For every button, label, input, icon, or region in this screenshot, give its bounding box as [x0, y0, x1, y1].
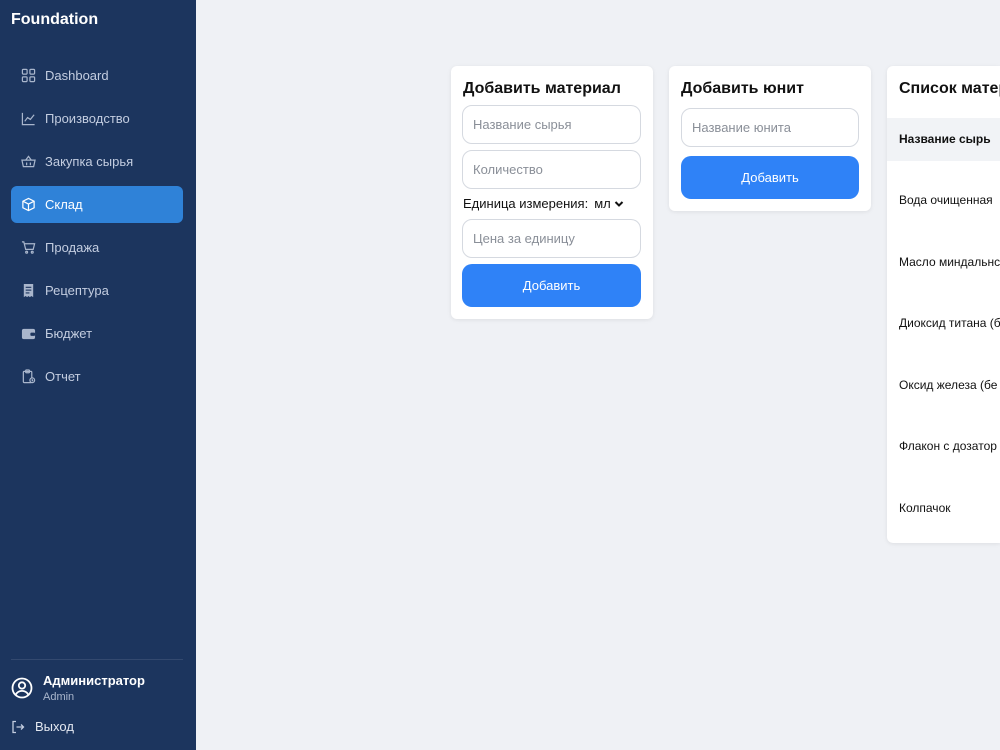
add-material-button[interactable]: Добавить [462, 264, 641, 307]
unit-name-input[interactable] [681, 108, 859, 147]
sidebar-item-warehouse[interactable]: Склад [11, 186, 183, 223]
material-name-input[interactable] [462, 105, 641, 144]
wallet-icon [20, 326, 36, 342]
unit-select-value: мл [594, 196, 611, 211]
material-quantity-input[interactable] [462, 150, 641, 189]
materials-list-card: Список матер Название сырь Вода очищенна… [887, 66, 1000, 543]
user-avatar-icon [11, 677, 33, 699]
chevron-down-icon [614, 200, 623, 207]
table-row: Вода очищенная [899, 193, 993, 207]
sidebar-item-label: Склад [45, 197, 83, 212]
table-row: Диоксид титана (б [899, 316, 1000, 330]
sidebar-item-report[interactable]: Отчет [11, 358, 183, 395]
sidebar-item-budget[interactable]: Бюджет [11, 315, 183, 352]
table-header: Название сырь [887, 118, 1000, 161]
sidebar-item-label: Закупка сырья [45, 154, 134, 169]
sidebar-item-label: Производство [45, 111, 130, 126]
material-price-input[interactable] [462, 219, 641, 258]
add-material-title: Добавить материал [463, 80, 621, 97]
add-unit-card: Добавить юнит Добавить [669, 66, 871, 211]
sidebar-item-label: Бюджет [45, 326, 93, 341]
cart-icon [20, 240, 36, 256]
table-row: Флакон с дозатор [899, 439, 997, 453]
table-row: Масло миндальнс [899, 255, 1000, 269]
logout-label: Выход [35, 719, 74, 734]
unit-select[interactable]: мл [594, 196, 624, 211]
receipt-icon [20, 283, 36, 299]
column-header-name: Название сырь [899, 132, 991, 146]
unit-label: Единица измерения: [463, 196, 589, 211]
add-unit-title: Добавить юнит [681, 80, 804, 97]
sidebar-item-purchase[interactable]: Закупка сырья [11, 143, 183, 180]
dashboard-icon [20, 68, 36, 84]
sidebar: Foundation Dashboard Производство Закупк… [0, 0, 196, 750]
sidebar-item-label: Отчет [45, 369, 81, 384]
unit-row: Единица измерения: мл [463, 196, 624, 211]
logout-icon [11, 720, 25, 734]
table-row: Колпачок [899, 501, 951, 515]
materials-list-title: Список матер [899, 80, 1000, 97]
add-unit-button[interactable]: Добавить [681, 156, 859, 199]
box-icon [20, 197, 36, 213]
user-role: Admin [43, 691, 75, 703]
logout-button[interactable]: Выход [11, 719, 74, 734]
basket-icon [20, 154, 36, 170]
add-material-card: Добавить материал Единица измерения: мл … [451, 66, 653, 319]
clipboard-icon [20, 369, 36, 385]
chart-icon [20, 111, 36, 127]
sidebar-item-production[interactable]: Производство [11, 100, 183, 137]
sidebar-item-label: Dashboard [45, 68, 109, 83]
sidebar-item-recipes[interactable]: Рецептура [11, 272, 183, 309]
sidebar-item-label: Продажа [45, 240, 100, 255]
sidebar-item-dashboard[interactable]: Dashboard [11, 57, 183, 94]
brand-logo: Foundation [11, 11, 99, 28]
sidebar-divider [11, 659, 183, 660]
table-row: Оксид железа (бе [899, 378, 998, 392]
sidebar-item-sales[interactable]: Продажа [11, 229, 183, 266]
sidebar-nav: Dashboard Производство Закупка сырья Скл… [11, 57, 183, 401]
sidebar-item-label: Рецептура [45, 283, 109, 298]
user-profile[interactable]: Администратор Admin [11, 673, 145, 703]
user-name: Администратор [43, 673, 145, 688]
